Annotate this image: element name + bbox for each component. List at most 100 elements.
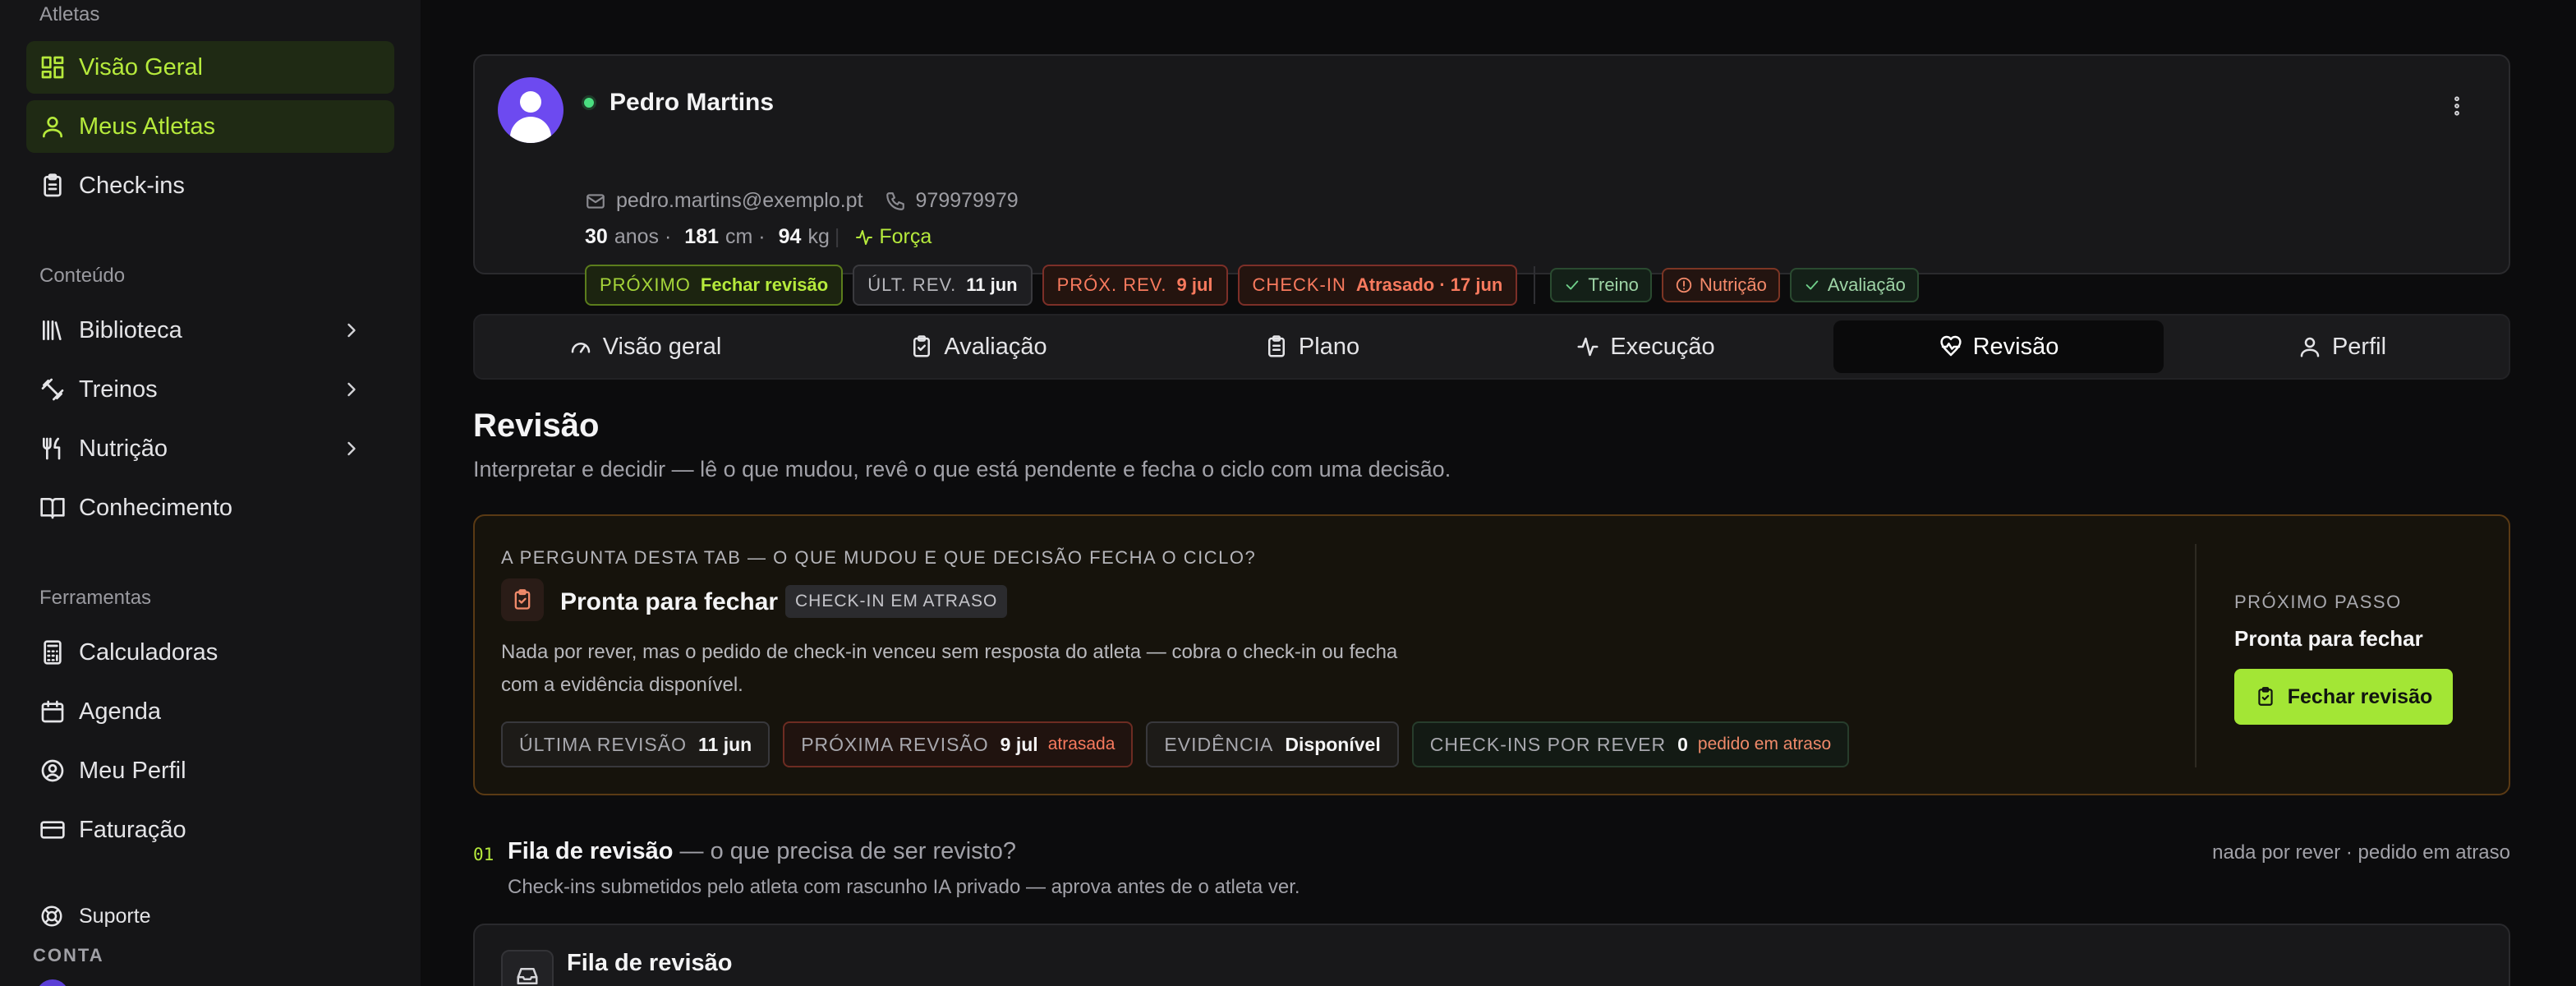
sidebar-item-label: Meu Perfil xyxy=(79,757,186,784)
dumbbell-icon xyxy=(39,376,66,403)
queue-section-title: Fila de revisão — o que precisa de ser r… xyxy=(508,838,1016,865)
tab-question: A PERGUNTA DESTA TAB — O QUE MUDOU E QUE… xyxy=(501,547,1257,568)
clipboard-check-icon xyxy=(2255,686,2276,707)
page-subtitle: Interpretar e decidir — lê o que mudou, … xyxy=(473,457,1451,481)
metric-note: atrasada xyxy=(1047,735,1116,753)
chip-key: PRÓXIMO xyxy=(600,274,691,295)
dashboard-icon xyxy=(39,54,66,81)
chevron-right-icon xyxy=(340,319,363,342)
sidebar: Atletas Visão Geral Meus Atletas Check-i… xyxy=(0,0,421,986)
athlete-phone[interactable]: 979979979 xyxy=(916,189,1019,213)
metric-value: 11 jun xyxy=(698,733,752,755)
tab-overview[interactable]: Visão geral xyxy=(480,320,810,373)
support-label: Suporte xyxy=(79,904,151,928)
athlete-height: 181 xyxy=(684,225,720,248)
athlete-avatar xyxy=(498,77,564,143)
clipboard-icon xyxy=(39,173,66,199)
next-step-label: PRÓXIMO PASSO xyxy=(2234,592,2402,612)
sidebar-item-calculators[interactable]: Calculadoras xyxy=(26,626,394,679)
sidebar-item-label: Meus Atletas xyxy=(79,113,216,140)
chip-value: Fechar revisão xyxy=(700,274,829,295)
lifebuoy-icon xyxy=(39,904,64,928)
sidebar-item-label: Faturação xyxy=(79,816,186,843)
account-avatar[interactable] xyxy=(36,979,69,986)
online-status-dot xyxy=(582,95,596,110)
tag-training: Treino xyxy=(1550,268,1652,302)
tag-label: Treino xyxy=(1588,274,1639,295)
athlete-tabs: Visão geral Avaliação Plano Execução Rev… xyxy=(473,314,2510,380)
chip-divider xyxy=(1534,266,1536,304)
tab-label: Visão geral xyxy=(602,333,722,360)
metric-check-ins-pending: CHECK-INS POR REVER 0 pedido em atraso xyxy=(1411,721,1850,767)
tab-plan[interactable]: Plano xyxy=(1147,320,1477,373)
tab-label: Avaliação xyxy=(944,333,1047,360)
alert-circle-icon xyxy=(1675,276,1693,294)
more-vertical-icon[interactable] xyxy=(2445,92,2469,120)
metric-key: PRÓXIMA REVISÃO xyxy=(801,733,989,755)
status-title: Pronta para fechar xyxy=(560,588,779,615)
gauge-icon xyxy=(568,334,593,359)
tab-label: Plano xyxy=(1298,333,1360,360)
sidebar-item-knowledge[interactable]: Conhecimento xyxy=(26,481,394,534)
sidebar-item-calendar[interactable]: Agenda xyxy=(26,685,394,738)
tab-label: Execução xyxy=(1610,333,1715,360)
calculator-icon xyxy=(39,639,66,666)
clipboard-list-icon xyxy=(1264,334,1289,359)
tag-label: Avaliação xyxy=(1827,274,1906,295)
close-review-button[interactable]: Fechar revisão xyxy=(2234,669,2453,725)
chip-last-review: ÚLT. REV. 11 jun xyxy=(853,265,1033,306)
age-unit: anos · xyxy=(614,225,672,248)
sidebar-item-label: Conhecimento xyxy=(79,494,232,521)
tab-assessment[interactable]: Avaliação xyxy=(813,320,1143,373)
card-divider xyxy=(2195,544,2196,767)
sidebar-item-label: Biblioteca xyxy=(79,316,182,343)
sidebar-item-label: Nutrição xyxy=(79,435,168,462)
chip-key: ÚLT. REV. xyxy=(867,274,957,295)
credit-card-icon xyxy=(39,817,66,843)
tab-execution[interactable]: Execução xyxy=(1480,320,1810,373)
sidebar-item-my-profile[interactable]: Meu Perfil xyxy=(26,744,394,797)
athlete-email[interactable]: pedro.martins@exemplo.pt xyxy=(616,189,863,213)
main-content: Pedro Martins pedro.martins@exemplo.pt 9… xyxy=(473,0,2510,986)
tag-label: Nutrição xyxy=(1699,274,1767,295)
sidebar-item-nutrition[interactable]: Nutrição xyxy=(26,422,394,475)
sidebar-section-athletes: Atletas xyxy=(39,3,100,25)
sidebar-item-workouts[interactable]: Treinos xyxy=(26,363,394,416)
account-section-label: CONTA xyxy=(33,945,104,965)
user-icon xyxy=(39,113,66,140)
sidebar-item-library[interactable]: Biblioteca xyxy=(26,304,394,357)
close-review-label: Fechar revisão xyxy=(2287,684,2433,708)
sidebar-support-link[interactable]: Suporte xyxy=(39,904,151,928)
height-unit: cm · xyxy=(725,225,766,248)
tab-review[interactable]: Revisão xyxy=(1833,320,2164,373)
tab-profile[interactable]: Perfil xyxy=(2177,320,2507,373)
page-title: Revisão xyxy=(473,408,600,444)
chip-next-action[interactable]: PRÓXIMO Fechar revisão xyxy=(585,265,844,306)
check-icon xyxy=(1803,276,1821,294)
queue-status-note: nada por rever · pedido em atraso xyxy=(2212,841,2510,864)
status-badge: CHECK-IN EM ATRASO xyxy=(785,585,1008,618)
sidebar-item-check-ins[interactable]: Check-ins xyxy=(26,159,394,212)
metric-last-review: ÚLTIMA REVISÃO 11 jun xyxy=(501,721,770,767)
weight-unit: kg xyxy=(807,225,830,248)
sidebar-item-my-athletes[interactable]: Meus Atletas xyxy=(26,100,394,153)
athlete-age: 30 xyxy=(585,225,608,248)
review-queue-card: Fila de revisão xyxy=(473,924,2510,986)
phone-icon xyxy=(885,191,906,212)
mail-icon xyxy=(585,191,606,212)
chevron-right-icon xyxy=(340,437,363,460)
clipboard-check-icon xyxy=(511,588,534,611)
tag-assessment: Avaliação xyxy=(1789,268,1919,302)
sidebar-item-billing[interactable]: Faturação xyxy=(26,804,394,856)
sidebar-item-overview[interactable]: Visão Geral xyxy=(26,41,394,94)
metric-next-review: PRÓXIMA REVISÃO 9 jul atrasada xyxy=(783,721,1134,767)
athlete-goal-label: Força xyxy=(879,225,932,248)
clipboard-check-icon xyxy=(909,334,934,359)
metric-value: 9 jul xyxy=(1000,733,1038,755)
user-circle-icon xyxy=(39,758,66,784)
sidebar-item-label: Check-ins xyxy=(79,172,185,199)
utensils-icon xyxy=(39,435,66,462)
sidebar-item-label: Agenda xyxy=(79,698,161,725)
tab-label: Perfil xyxy=(2331,333,2387,360)
book-open-icon xyxy=(39,495,66,521)
